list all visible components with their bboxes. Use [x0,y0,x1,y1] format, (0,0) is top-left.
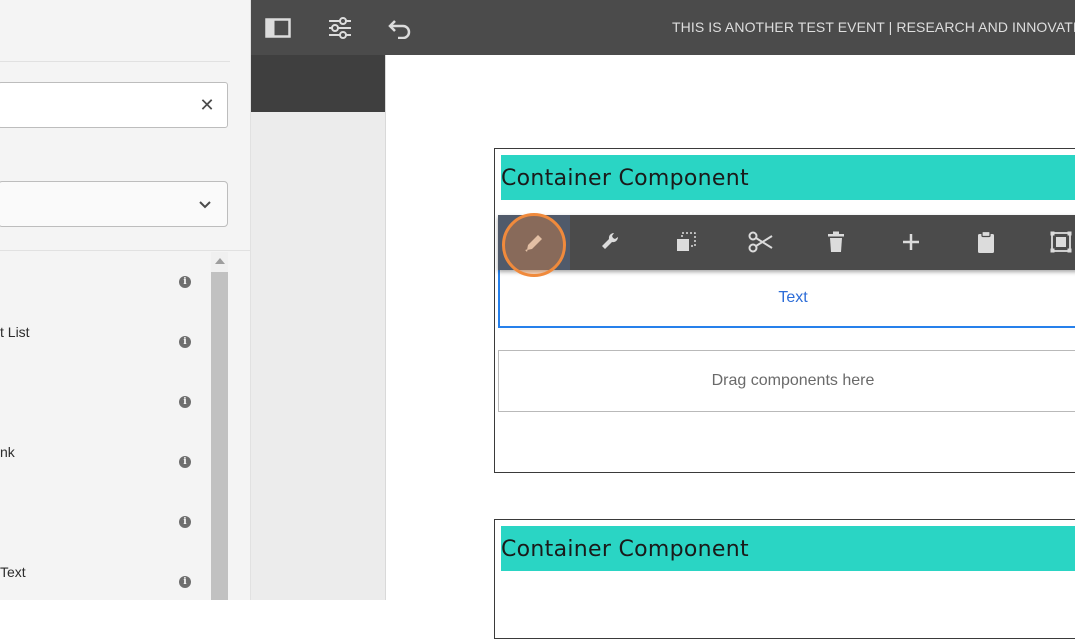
divider [0,61,230,62]
info-icon[interactable]: i [179,456,191,468]
side-panel-icon [265,18,291,38]
delete-button[interactable] [821,227,851,257]
component-label: t List [0,324,30,340]
page-properties-button[interactable] [326,14,354,42]
container-title: Container Component [501,166,749,191]
group-icon [1050,231,1072,253]
trash-icon [828,231,844,252]
text-component-label: Text [778,289,808,306]
info-icon[interactable]: i [179,276,191,288]
scissors-icon [748,231,773,253]
divider [385,55,386,600]
info-icon[interactable]: i [179,576,191,588]
configure-button[interactable] [596,227,626,257]
page-title: THIS IS ANOTHER TEST EVENT | RESEARCH AN… [672,19,1075,35]
component-label: Text [0,564,26,580]
plus-icon [903,234,919,250]
group-select[interactable] [0,181,228,227]
undo-button[interactable] [387,14,415,42]
search-field[interactable]: ✕ [0,82,228,128]
sliders-icon [329,17,351,39]
chevron-down-icon [199,201,211,209]
list-item[interactable]: i [0,491,210,551]
text-component[interactable]: Text [498,268,1075,328]
list-item[interactable]: nk i [0,431,210,491]
emulator-bar [251,55,386,112]
component-list: i t List i i nk i i Text i [0,251,210,600]
scrollbar[interactable] [211,252,228,600]
insert-button[interactable] [896,227,926,257]
component-label: nk [0,444,15,460]
container-title: Container Component [501,537,749,562]
group-button[interactable] [1046,227,1075,257]
toggle-side-panel-button[interactable] [264,14,292,42]
side-panel: ✕ i t List i i nk i i Text i [0,0,251,600]
list-item[interactable]: t List i [0,311,210,371]
scroll-up-icon[interactable] [215,258,225,264]
scrollbar-thumb[interactable] [211,272,228,600]
info-icon[interactable]: i [179,396,191,408]
drop-zone-label: Drag components here [711,372,875,389]
drop-zone[interactable]: Drag components here [498,350,1075,412]
container-title-bar[interactable]: Container Component [501,155,1075,200]
paste-button[interactable] [971,227,1001,257]
copy-button[interactable] [671,227,701,257]
canvas-gutter [251,112,386,600]
search-input[interactable] [0,83,209,127]
clipboard-icon [978,230,994,253]
edit-button[interactable] [498,215,570,270]
info-icon[interactable]: i [179,516,191,528]
list-item[interactable]: i [0,251,210,311]
close-icon[interactable]: ✕ [197,95,217,115]
list-item[interactable]: i [0,371,210,431]
container-title-bar[interactable]: Container Component [501,526,1075,571]
wrench-icon [602,232,619,249]
editor-toolbar: THIS IS ANOTHER TEST EVENT | RESEARCH AN… [251,0,1075,55]
list-item[interactable]: Text i [0,551,210,611]
undo-icon [388,20,411,39]
component-toolbar [498,215,1075,270]
pencil-icon [525,234,542,252]
cut-button[interactable] [746,227,776,257]
copy-icon [677,232,696,251]
info-icon[interactable]: i [179,336,191,348]
